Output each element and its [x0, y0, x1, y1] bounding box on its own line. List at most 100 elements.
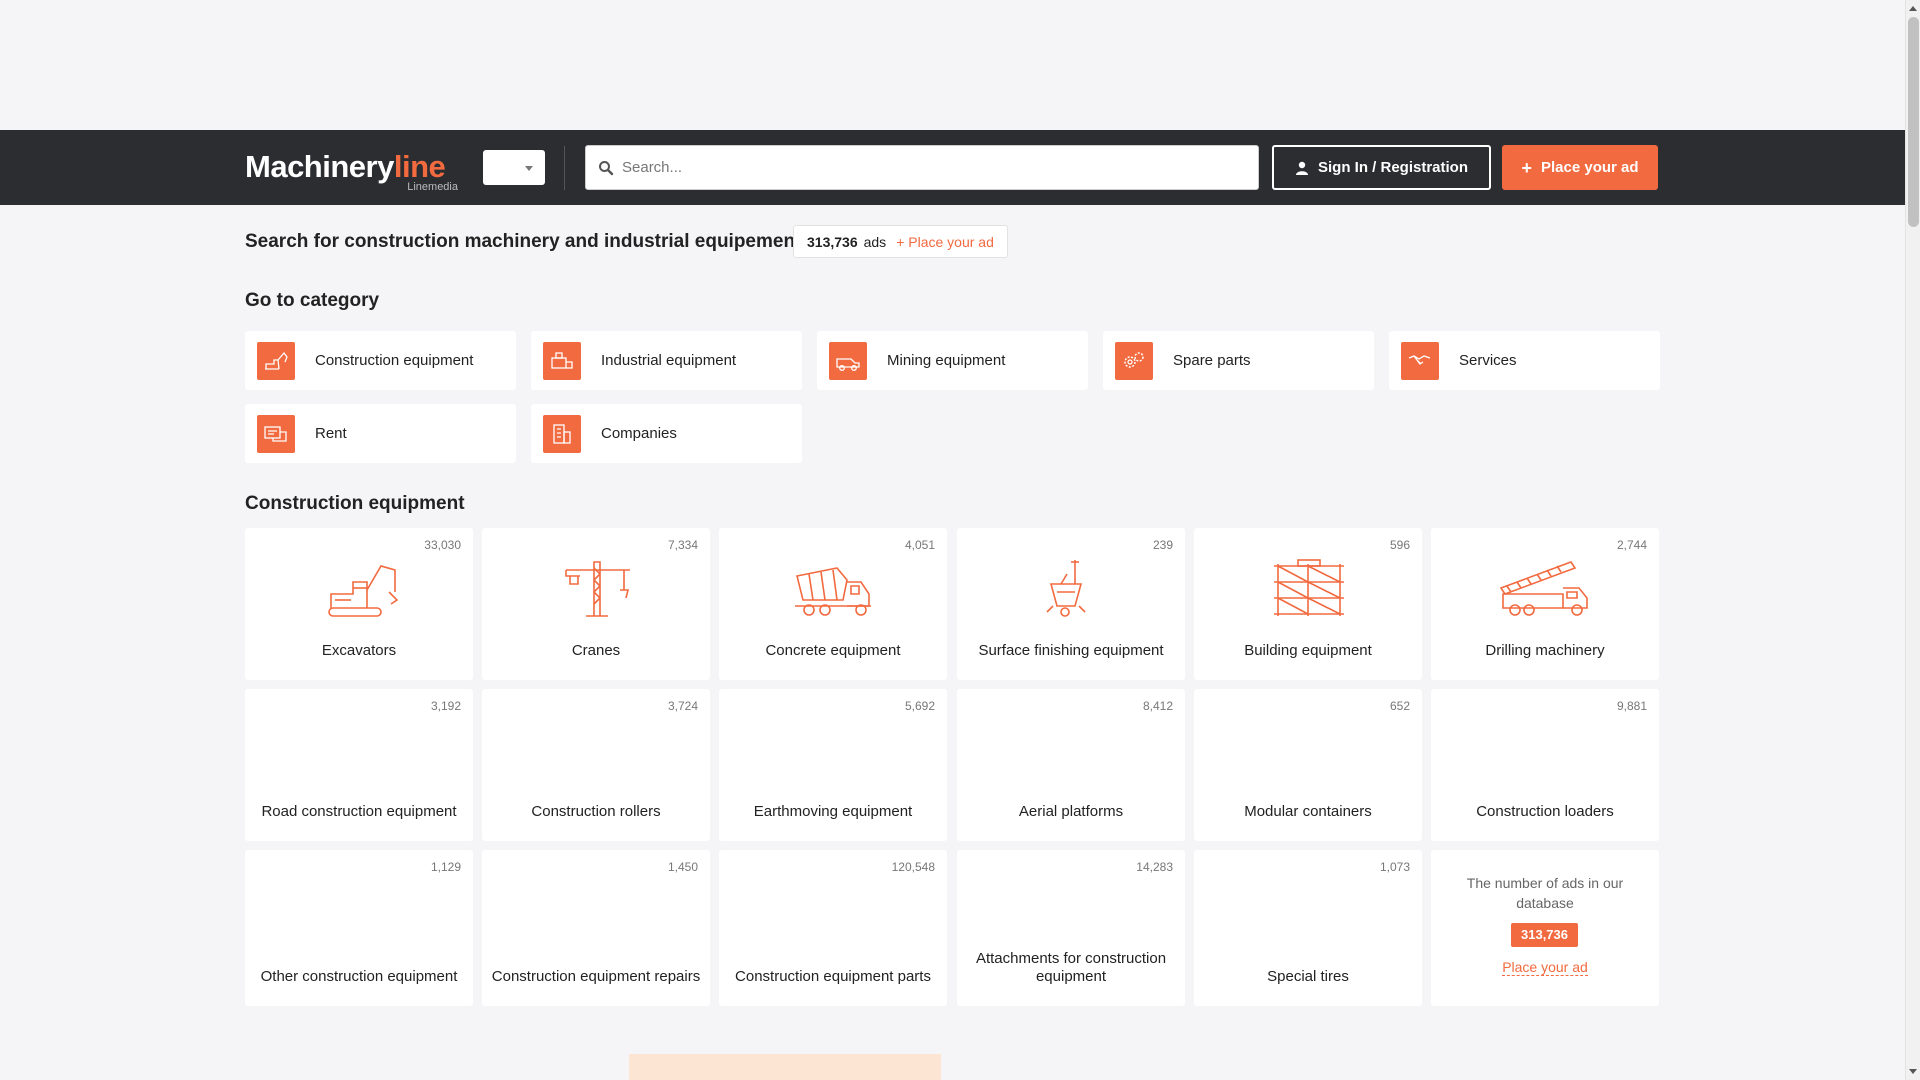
search-icon — [599, 161, 614, 176]
gears-icon — [1115, 341, 1153, 380]
tile-count: 3,724 — [667, 699, 698, 713]
tile-name: Earthmoving equipment — [753, 803, 913, 820]
tile-count: 7,334 — [667, 538, 698, 552]
category-services[interactable]: Services — [1389, 331, 1660, 390]
language-select[interactable] — [483, 150, 545, 185]
tile-construction-rollers[interactable]: 3,724 Construction rollers — [482, 689, 710, 841]
tile-name: Excavators — [321, 642, 397, 659]
tile-count: 596 — [1389, 538, 1410, 552]
tile-construction-loaders[interactable]: 9,881 Construction loaders — [1431, 689, 1659, 841]
category-label: Spare parts — [1173, 352, 1251, 369]
tile-building-equipment[interactable]: 596 Building equipment — [1194, 528, 1422, 680]
tile-excavators[interactable]: 33,030 Excavators — [245, 528, 473, 680]
tile-name: Aerial platforms — [1018, 803, 1124, 820]
tile-surface-finishing-equipment[interactable]: 239 Surface finishing equipment — [957, 528, 1185, 680]
tile-name: Drilling machinery — [1485, 642, 1605, 659]
user-icon — [1295, 161, 1308, 175]
site-logo[interactable]: Machineryline Linemedia — [245, 150, 460, 194]
tile-concrete-equipment[interactable]: 4,051 Concrete equipment — [719, 528, 947, 680]
search-input[interactable] — [622, 146, 1242, 189]
tile-attachments-for-construction-equipment[interactable]: 14,283 Attachments for construction equi… — [957, 850, 1185, 1006]
database-count-text: The number of ads in our database — [1466, 875, 1624, 911]
mining-truck-icon — [829, 341, 867, 380]
tile-drilling-machinery[interactable]: 2,744 Drilling machinery — [1431, 528, 1659, 680]
tile-name: Attachments for construction equipment — [975, 950, 1167, 985]
crane-icon — [565, 561, 630, 617]
tile-count: 1,129 — [430, 860, 461, 874]
category-construction-equipment[interactable]: Construction equipment — [245, 331, 516, 390]
ads-count: 313,736 — [807, 233, 858, 250]
go-to-category-heading: Go to category — [245, 290, 380, 311]
tile-count: 1,073 — [1379, 860, 1410, 874]
handshake-icon — [1401, 341, 1439, 380]
tile-construction-equipment-repairs[interactable]: 1,450 Construction equipment repairs — [482, 850, 710, 1006]
scroll-down-icon[interactable] — [1909, 1069, 1917, 1074]
tile-name: Cranes — [571, 642, 621, 659]
tile-name: Road construction equipment — [261, 803, 457, 820]
category-mining-equipment[interactable]: Mining equipment — [817, 331, 1088, 390]
tile-count: 120,548 — [891, 860, 935, 874]
tile-name: Construction equipment repairs — [491, 968, 701, 985]
logo-wordmark: Machineryline — [245, 150, 460, 184]
search-box[interactable] — [585, 145, 1259, 190]
tile-count: 652 — [1389, 699, 1410, 713]
tile-name: Surface finishing equipment — [978, 642, 1164, 659]
category-rent[interactable]: Rent — [245, 404, 516, 463]
category-label: Industrial equipment — [601, 352, 737, 369]
sign-in-button[interactable]: Sign In / Registration — [1272, 145, 1491, 190]
scrollbar-thumb[interactable] — [1908, 17, 1919, 227]
logo-subtitle: Linemedia — [407, 181, 458, 193]
tile-count: 9,881 — [1616, 699, 1647, 713]
concrete-mixer-icon — [795, 567, 871, 616]
tile-aerial-platforms[interactable]: 8,412 Aerial platforms — [957, 689, 1185, 841]
category-label: Mining equipment — [887, 352, 1006, 369]
tile-name: Building equipment — [1244, 642, 1372, 659]
tile-other-construction-equipment[interactable]: 1,129 Other construction equipment — [245, 850, 473, 1006]
tile-count: 1,450 — [667, 860, 698, 874]
database-count-box: The number of ads in our database 313,73… — [1431, 850, 1659, 1006]
excavator-icon — [328, 565, 399, 617]
floor-finisher-icon — [1046, 560, 1086, 617]
tile-road-construction-equipment[interactable]: 3,192 Road construction equipment — [245, 689, 473, 841]
sign-in-label: Sign In / Registration — [1317, 159, 1468, 176]
drilling-truck-icon — [1499, 561, 1588, 616]
tile-count: 239 — [1152, 538, 1173, 552]
tile-count: 3,192 — [430, 699, 461, 713]
tile-count: 33,030 — [424, 538, 461, 552]
tile-name: Construction loaders — [1476, 803, 1614, 820]
tile-count: 14,283 — [1136, 860, 1173, 874]
factory-machine-icon — [543, 341, 581, 380]
category-spare-parts[interactable]: Spare parts — [1103, 331, 1374, 390]
scroll-up-icon[interactable] — [1909, 6, 1917, 11]
bottom-ad-banner — [629, 1054, 941, 1080]
construction-equipment-heading: Construction equipment — [245, 493, 465, 514]
tile-count: 4,051 — [904, 538, 935, 552]
ads-word: ads — [863, 233, 887, 250]
category-label: Rent — [315, 425, 347, 442]
tile-cranes[interactable]: 7,334 Cranes — [482, 528, 710, 680]
category-label: Services — [1459, 352, 1517, 369]
category-industrial-equipment[interactable]: Industrial equipment — [531, 331, 802, 390]
tile-construction-equipment-parts[interactable]: 120,548 Construction equipment parts — [719, 850, 947, 1006]
database-place-ad-link[interactable]: Place your ad — [1502, 959, 1588, 976]
tile-name: Concrete equipment — [765, 642, 901, 659]
tile-special-tires[interactable]: 1,073 Special tires — [1194, 850, 1422, 1006]
tile-count: 2,744 — [1616, 538, 1647, 552]
place-ad-label: Place your ad — [1540, 159, 1639, 176]
page-title: Search for construction machinery and in… — [245, 231, 802, 252]
logo-part-b: line — [393, 149, 446, 184]
tile-modular-containers[interactable]: 652 Modular containers — [1194, 689, 1422, 841]
category-label: Construction equipment — [315, 352, 474, 369]
ads-counter: 313,736 ads + Place your ad — [793, 225, 1008, 258]
building-icon — [543, 414, 581, 453]
tile-name: Construction equipment parts — [735, 968, 931, 985]
tile-name: Construction rollers — [531, 803, 661, 820]
place-ad-link[interactable]: + Place your ad — [896, 234, 994, 250]
page-scrollbar[interactable] — [1905, 0, 1920, 1080]
tile-earthmoving-equipment[interactable]: 5,692 Earthmoving equipment — [719, 689, 947, 841]
category-label: Companies — [601, 425, 677, 442]
tile-name: Other construction equipment — [260, 968, 458, 985]
category-companies[interactable]: Companies — [531, 404, 802, 463]
top-ad-banner — [0, 0, 1920, 130]
place-ad-button[interactable]: + Place your ad — [1502, 145, 1658, 190]
